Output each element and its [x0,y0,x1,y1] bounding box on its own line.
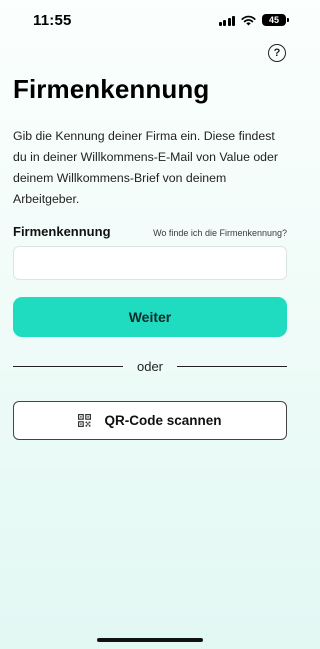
home-indicator[interactable] [97,638,203,642]
status-time: 11:55 [33,11,72,29]
intro-text: Gib die Kennung deiner Firma ein. Diese … [13,129,278,206]
qr-code-icon [78,414,92,427]
status-icons: 45 [218,14,289,26]
battery-icon: 45 [262,14,289,26]
help-button[interactable]: ? [268,44,286,62]
battery-level: 45 [268,15,279,25]
or-divider: oder [13,359,287,374]
cellular-signal-icon [218,15,235,26]
question-mark-icon: ? [273,47,281,59]
where-to-find-link[interactable]: Wo finde ich die Firmenkennung? [153,228,287,238]
divider-line-right [177,366,287,367]
company-id-input[interactable] [13,246,287,280]
continue-button[interactable]: Weiter [13,297,287,337]
divider-text: oder [136,359,164,374]
scan-qr-button[interactable]: QR-Code scannen [13,401,287,440]
page-title: Firmenkennung [13,74,210,104]
divider-line-left [13,366,123,367]
field-label-row: Firmenkennung Wo finde ich die Firmenken… [13,224,287,239]
wifi-icon [241,15,256,25]
company-id-label: Firmenkennung [13,224,111,239]
status-bar: 11:55 45 [0,0,300,40]
scan-qr-label: QR-Code scannen [104,413,222,428]
